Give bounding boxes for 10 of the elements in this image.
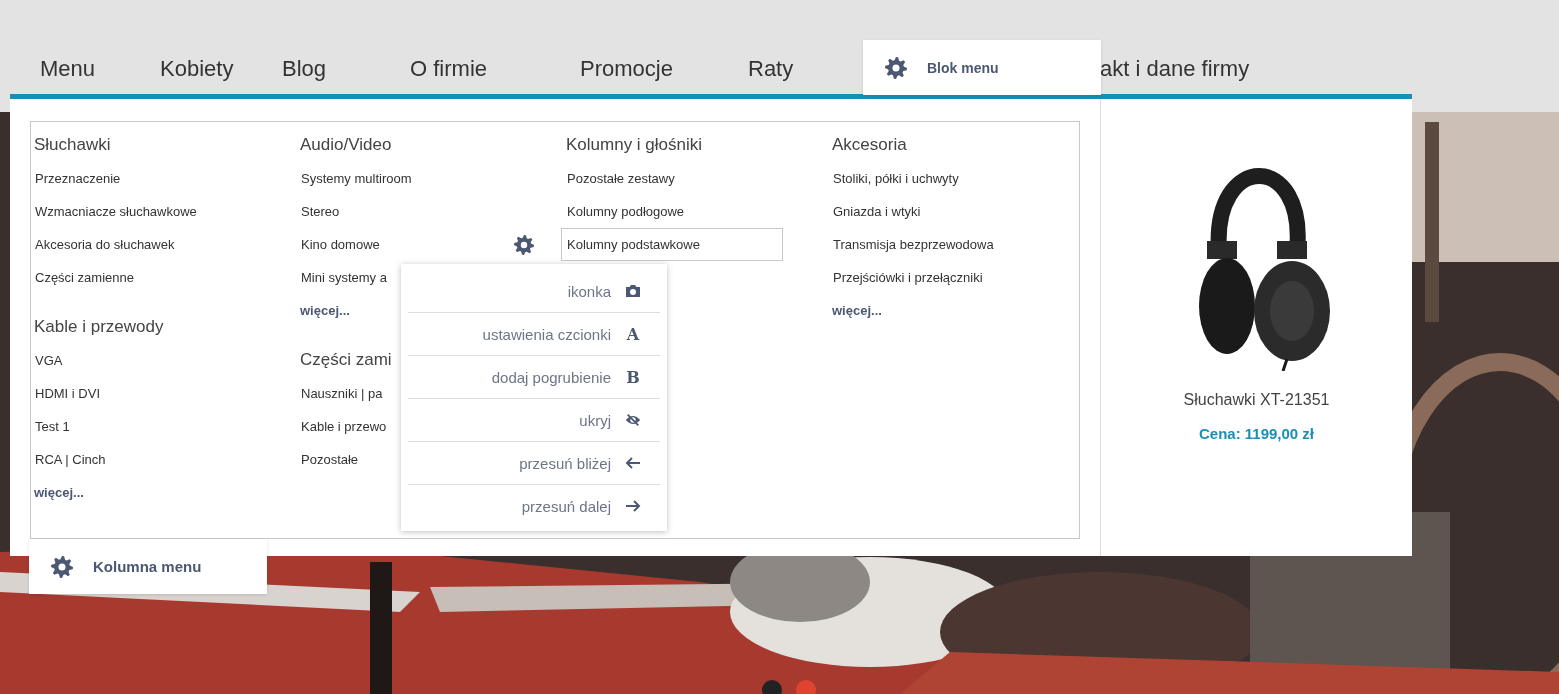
nav-link[interactable]: Blog (282, 56, 327, 82)
gear-icon (885, 56, 907, 79)
nav-link[interactable]: O firmie (410, 56, 487, 82)
nav-link[interactable]: Kobiety (160, 56, 234, 82)
nav-link[interactable]: akt i dane firmy (1100, 56, 1250, 82)
nav-link[interactable]: Raty (748, 56, 794, 82)
nav-link[interactable]: Menu (40, 56, 96, 82)
tooltip-label: Blok menu (927, 59, 999, 76)
nav-link[interactable]: Promocje (580, 56, 673, 82)
block-menu-tooltip[interactable]: Blok menu (863, 40, 1101, 95)
